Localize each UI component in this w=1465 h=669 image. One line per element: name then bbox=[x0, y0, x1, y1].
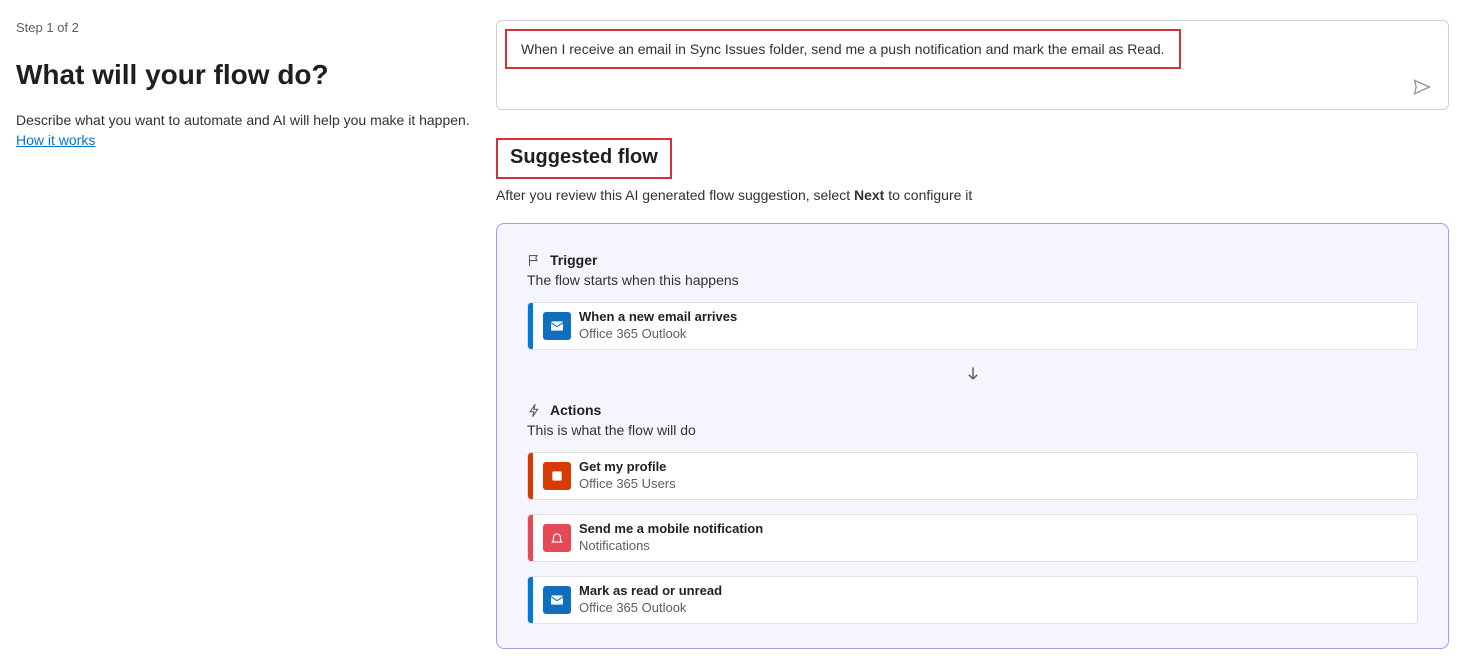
action-card-title: Get my profile bbox=[579, 459, 676, 476]
flow-panel: Trigger The flow starts when this happen… bbox=[496, 223, 1449, 649]
actions-section-header: Actions bbox=[527, 402, 1418, 418]
page-title: What will your flow do? bbox=[16, 59, 472, 91]
action-card-connector: Notifications bbox=[579, 538, 763, 555]
action-card-title: Mark as read or unread bbox=[579, 583, 722, 600]
description: Describe what you want to automate and A… bbox=[16, 111, 472, 150]
send-button[interactable] bbox=[1412, 77, 1432, 97]
outlook-icon bbox=[543, 586, 571, 614]
actions-label: Actions bbox=[550, 402, 601, 418]
accent-bar bbox=[528, 453, 533, 499]
step-indicator: Step 1 of 2 bbox=[16, 20, 472, 35]
outlook-icon bbox=[543, 312, 571, 340]
send-icon bbox=[1412, 77, 1432, 97]
trigger-card-title: When a new email arrives bbox=[579, 309, 737, 326]
action-card-connector: Office 365 Users bbox=[579, 476, 676, 493]
flag-icon bbox=[527, 253, 542, 268]
suggested-flow-subtitle: After you review this AI generated flow … bbox=[496, 187, 1449, 203]
action-card[interactable]: Send me a mobile notification Notificati… bbox=[527, 514, 1418, 562]
trigger-card-connector: Office 365 Outlook bbox=[579, 326, 737, 343]
suggested-sub-post: to configure it bbox=[884, 187, 972, 203]
accent-bar bbox=[528, 577, 533, 623]
suggested-sub-pre: After you review this AI generated flow … bbox=[496, 187, 854, 203]
accent-bar bbox=[528, 515, 533, 561]
action-card[interactable]: Get my profile Office 365 Users bbox=[527, 452, 1418, 500]
flow-arrow bbox=[527, 364, 1418, 384]
suggested-sub-bold: Next bbox=[854, 187, 884, 203]
bolt-icon bbox=[527, 403, 542, 418]
arrow-down-icon bbox=[963, 364, 983, 384]
notification-icon bbox=[543, 524, 571, 552]
action-card[interactable]: Mark as read or unread Office 365 Outloo… bbox=[527, 576, 1418, 624]
suggested-flow-heading: Suggested flow bbox=[510, 146, 658, 168]
accent-bar bbox=[528, 303, 533, 349]
description-text: Describe what you want to automate and A… bbox=[16, 112, 470, 128]
actions-sub: This is what the flow will do bbox=[527, 422, 1418, 438]
trigger-sub: The flow starts when this happens bbox=[527, 272, 1418, 288]
action-card-connector: Office 365 Outlook bbox=[579, 600, 722, 617]
prompt-input-container[interactable]: When I receive an email in Sync Issues f… bbox=[496, 20, 1449, 110]
office-users-icon bbox=[543, 462, 571, 490]
prompt-text[interactable]: When I receive an email in Sync Issues f… bbox=[505, 29, 1181, 69]
suggested-flow-heading-box: Suggested flow bbox=[496, 138, 672, 179]
how-it-works-link[interactable]: How it works bbox=[16, 132, 95, 148]
action-card-title: Send me a mobile notification bbox=[579, 521, 763, 538]
trigger-card[interactable]: When a new email arrives Office 365 Outl… bbox=[527, 302, 1418, 350]
trigger-section-header: Trigger bbox=[527, 252, 1418, 268]
trigger-label: Trigger bbox=[550, 252, 597, 268]
